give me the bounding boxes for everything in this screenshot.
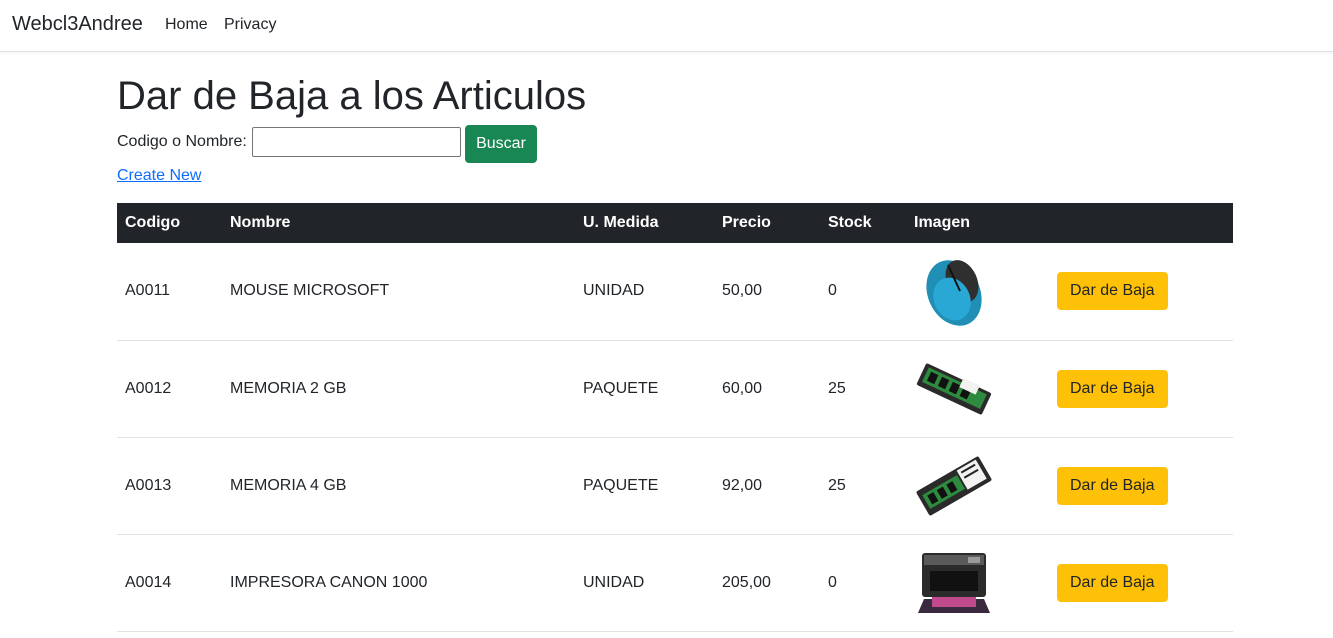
dar-de-baja-button[interactable]: Dar de Baja (1057, 563, 1168, 602)
dar-de-baja-button[interactable]: Dar de Baja (1057, 466, 1168, 505)
table-row: A0013 MEMORIA 4 GB PAQUETE 92,00 25 Dar … (117, 437, 1233, 535)
cell-nombre: MEMORIA 4 GB (222, 437, 575, 535)
cell-nombre: IMPRESORA CANON 1000 (222, 534, 575, 632)
search-button[interactable]: Buscar (465, 125, 537, 163)
column-header-codigo: Codigo (125, 214, 181, 231)
cell-actions: Dar de Baja (1049, 340, 1233, 438)
page-title: Dar de Baja a los Articulos (117, 74, 587, 118)
cell-imagen (906, 534, 1049, 632)
cell-stock: 0 (820, 243, 906, 341)
cell-precio: 205,00 (714, 534, 820, 632)
table-row: A0011 MOUSE MICROSOFT UNIDAD 50,00 0 Dar… (117, 243, 1233, 341)
column-header-medida: U. Medida (583, 214, 659, 231)
search-label: Codigo o Nombre: (117, 133, 247, 150)
cell-codigo: A0011 (117, 243, 222, 341)
search-input[interactable] (252, 127, 461, 157)
cell-imagen (906, 340, 1049, 438)
create-new-link[interactable]: Create New (117, 167, 201, 185)
brand-logo[interactable]: Webcl3Andree (12, 13, 143, 36)
column-header-nombre: Nombre (230, 214, 291, 231)
column-header-imagen: Imagen (914, 214, 971, 231)
table-row: A0012 MEMORIA 2 GB PAQUETE 60,00 25 Dar … (117, 340, 1233, 438)
cell-imagen (906, 437, 1049, 535)
table-header-row: Codigo Nombre U. Medida Precio Stock Ima… (117, 203, 1233, 243)
printer-image (918, 552, 990, 613)
column-header-precio: Precio (722, 214, 771, 231)
cell-medida: UNIDAD (575, 534, 714, 632)
cell-imagen (906, 243, 1049, 341)
articles-table: Codigo Nombre U. Medida Precio Stock Ima… (117, 203, 1233, 632)
cell-medida: PAQUETE (575, 340, 714, 438)
memory-module-image (916, 363, 992, 414)
column-header-actions (1049, 203, 1233, 243)
cell-medida: PAQUETE (575, 437, 714, 535)
mouse-image (926, 260, 982, 326)
cell-precio: 60,00 (714, 340, 820, 438)
cell-stock: 0 (820, 534, 906, 632)
cell-actions: Dar de Baja (1049, 437, 1233, 535)
cell-codigo: A0013 (117, 437, 222, 535)
cell-stock: 25 (820, 437, 906, 535)
cell-codigo: A0014 (117, 534, 222, 632)
cell-precio: 92,00 (714, 437, 820, 535)
cell-precio: 50,00 (714, 243, 820, 341)
table-row: A0014 IMPRESORA CANON 1000 UNIDAD 205,00… (117, 534, 1233, 632)
cell-medida: UNIDAD (575, 243, 714, 341)
dar-de-baja-button[interactable]: Dar de Baja (1057, 369, 1168, 408)
cell-nombre: MOUSE MICROSOFT (222, 243, 575, 341)
cell-actions: Dar de Baja (1049, 243, 1233, 341)
column-header-stock: Stock (828, 214, 872, 231)
cell-nombre: MEMORIA 2 GB (222, 340, 575, 438)
cell-codigo: A0012 (117, 340, 222, 438)
nav-link-home[interactable]: Home (165, 16, 208, 34)
nav-link-privacy[interactable]: Privacy (224, 16, 276, 34)
memory-module-image (916, 456, 992, 515)
cell-actions: Dar de Baja (1049, 534, 1233, 632)
cell-stock: 25 (820, 340, 906, 438)
dar-de-baja-button[interactable]: Dar de Baja (1057, 272, 1168, 311)
top-navbar: Webcl3Andree Home Privacy (0, 0, 1333, 52)
